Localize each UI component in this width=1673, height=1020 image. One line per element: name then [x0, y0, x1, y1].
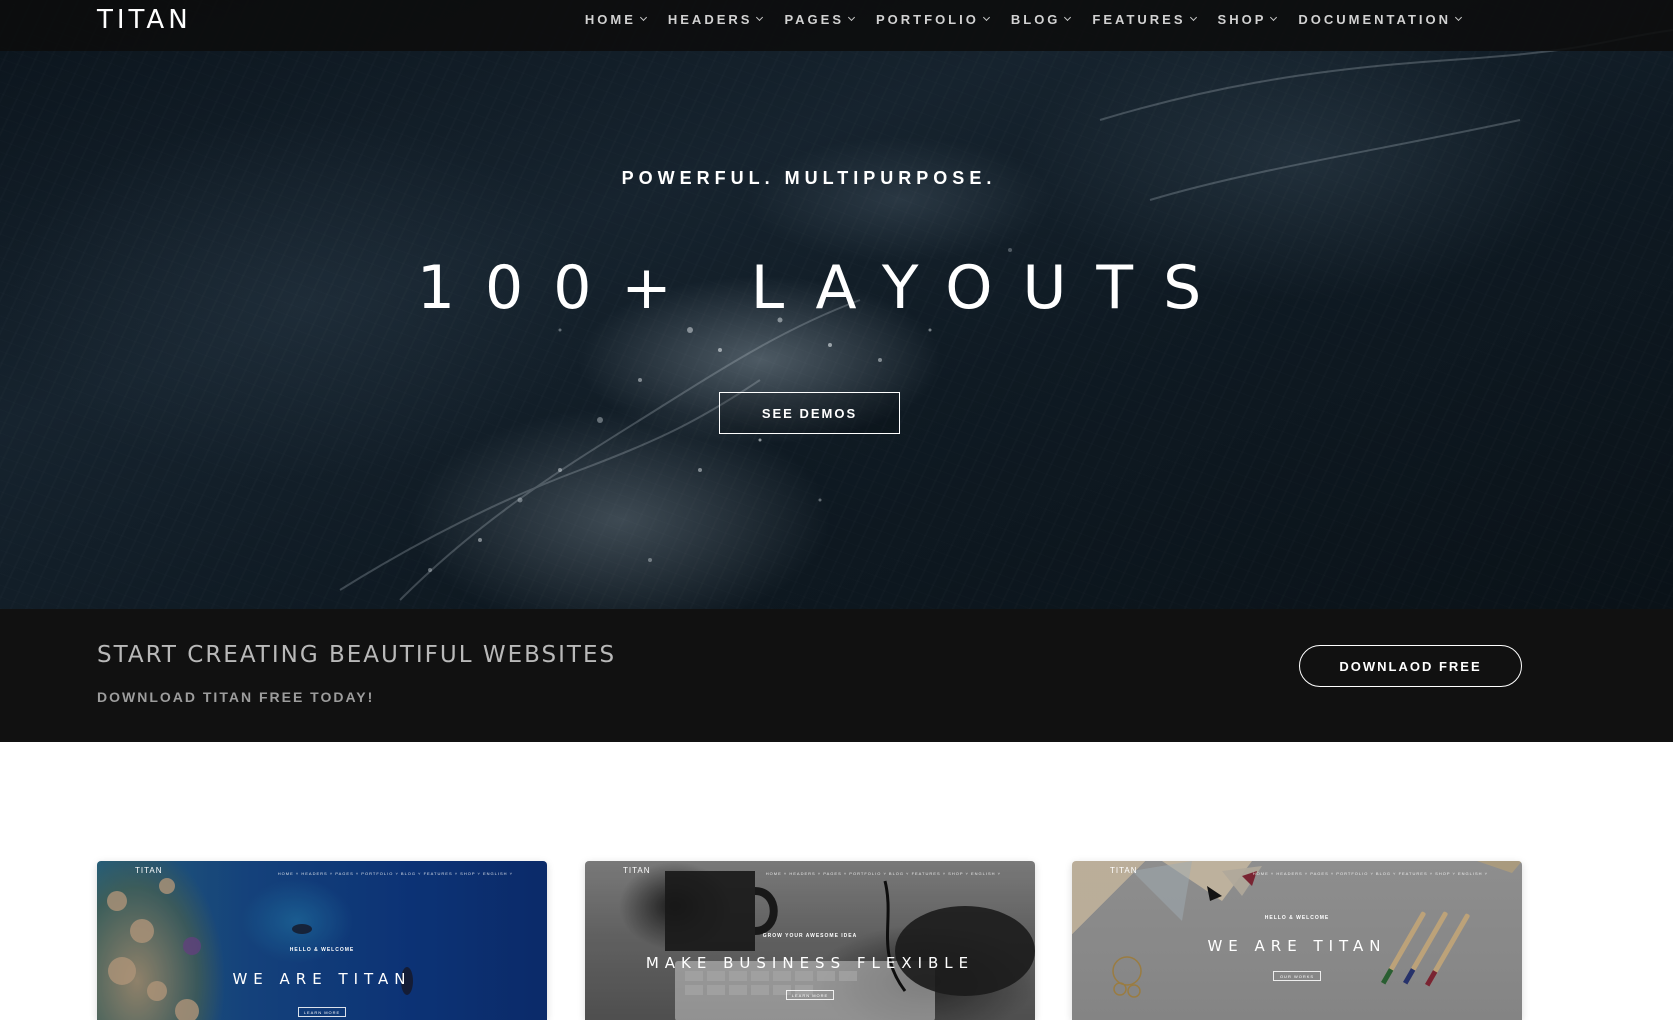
download-cta-band: START CREATING BEAUTIFUL WEBSITES DOWNLO…	[0, 609, 1673, 742]
demo-card-underwater[interactable]: TITAN HOME ˅ HEADERS ˅ PAGES ˅ PORTFOLIO…	[97, 861, 547, 1020]
chevron-down-icon	[1454, 13, 1463, 22]
brand-logo[interactable]: TITAN	[97, 5, 192, 35]
demo-card-logo: TITAN	[135, 866, 163, 875]
chevron-down-icon	[1189, 13, 1197, 22]
demo-card-headline: WE ARE TITAN	[232, 970, 412, 988]
demo-card-button: LEARN MORE	[298, 1007, 346, 1017]
nav-item-label: PORTFOLIO	[876, 11, 979, 27]
demo-card-button: OUR WORKS	[1273, 971, 1321, 981]
demo-card-button: LEARN MORE	[786, 990, 834, 1000]
demo-card-kicker: GROW YOUR AWESOME IDEA	[762, 933, 858, 939]
demo-card-headline: WE ARE TITAN	[1207, 937, 1387, 955]
top-navbar: TITAN HOME HEADERS PAGES PORTFOLIO BLOG	[0, 0, 1673, 51]
demo-card-business[interactable]: TITAN HOME ˅ HEADERS ˅ PAGES ˅ PORTFOLIO…	[585, 861, 1035, 1020]
nav-item-pages[interactable]: PAGES	[784, 11, 856, 27]
nav-item-label: PAGES	[784, 11, 845, 27]
download-free-button[interactable]: DOWNLAOD FREE	[1299, 645, 1522, 687]
nav-item-headers[interactable]: HEADERS	[667, 11, 764, 27]
chevron-down-icon	[639, 13, 647, 22]
cta-title: START CREATING BEAUTIFUL WEBSITES	[97, 642, 617, 668]
nav-item-portfolio[interactable]: PORTFOLIO	[876, 11, 990, 27]
demo-card-headline: MAKE BUSINESS FLEXIBLE	[645, 954, 975, 972]
demo-cards: TITAN HOME ˅ HEADERS ˅ PAGES ˅ PORTFOLIO…	[0, 861, 1673, 1020]
nav-item-blog[interactable]: BLOG	[1010, 11, 1072, 27]
main-nav: HOME HEADERS PAGES PORTFOLIO BLOG FEATUR…	[563, 0, 1463, 38]
demo-card-logo: TITAN	[623, 866, 651, 875]
nav-item-label: BLOG	[1010, 11, 1061, 27]
demo-card-kicker: HELLO & WELCOME	[1264, 915, 1330, 921]
demo-card-nav: HOME ˅ HEADERS ˅ PAGES ˅ PORTFOLIO ˅ BLO…	[765, 871, 1001, 876]
demo-card-overlay	[97, 861, 547, 1020]
chevron-down-icon	[1064, 13, 1072, 22]
nav-item-features[interactable]: FEATURES	[1092, 11, 1197, 27]
hero-subtitle: POWERFUL. MULTIPURPOSE.	[621, 168, 997, 188]
chevron-down-icon	[1270, 13, 1278, 22]
chevron-down-icon	[982, 13, 990, 22]
hero-title: 100+ LAYOUTS	[416, 253, 1232, 323]
chevron-down-icon	[847, 13, 856, 22]
chevron-down-icon	[756, 13, 764, 22]
demo-card-logo: TITAN	[1110, 866, 1138, 875]
demo-card-nav: HOME ˅ HEADERS ˅ PAGES ˅ PORTFOLIO ˅ BLO…	[1252, 871, 1488, 876]
nav-item-label: FEATURES	[1092, 11, 1186, 27]
nav-item-shop[interactable]: SHOP	[1217, 11, 1278, 27]
page: POWERFUL. MULTIPURPOSE. 100+ LAYOUTS SEE…	[0, 0, 1673, 1020]
nav-item-home[interactable]: HOME	[584, 11, 647, 27]
demo-card-nav: HOME ˅ HEADERS ˅ PAGES ˅ PORTFOLIO ˅ BLO…	[277, 871, 513, 876]
demo-card-kicker: HELLO & WELCOME	[289, 947, 355, 953]
nav-item-documentation[interactable]: DOCUMENTATION	[1298, 11, 1463, 27]
see-demos-button[interactable]: SEE DEMOS	[719, 392, 900, 434]
nav-item-label: DOCUMENTATION	[1298, 11, 1451, 27]
nav-item-label: HEADERS	[667, 11, 753, 27]
cta-subtitle: DOWNLOAD TITAN FREE TODAY!	[97, 689, 375, 705]
nav-item-label: HOME	[584, 11, 636, 27]
hero-section: POWERFUL. MULTIPURPOSE. 100+ LAYOUTS SEE…	[0, 0, 1673, 609]
nav-item-label: SHOP	[1217, 11, 1267, 27]
demo-card-stationery[interactable]: TITAN HOME ˅ HEADERS ˅ PAGES ˅ PORTFOLIO…	[1072, 861, 1522, 1020]
